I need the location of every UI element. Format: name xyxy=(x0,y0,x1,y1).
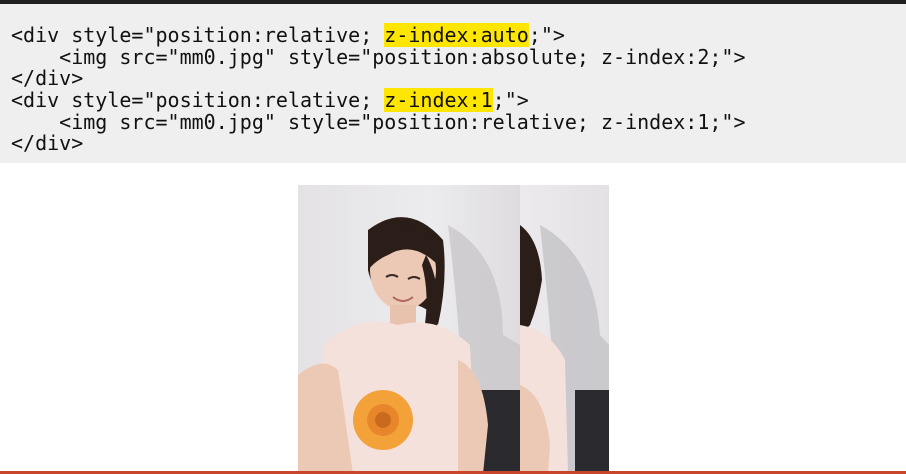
code-line-6: </div> xyxy=(11,131,84,155)
code-text: ;"> xyxy=(492,88,529,112)
cropped-illustration xyxy=(520,225,609,474)
portrait-photo xyxy=(298,185,520,474)
highlighted-code: z-index:1 xyxy=(384,88,493,112)
code-text: <div style="position:relative; xyxy=(11,23,385,47)
code-panel: <div style="position:relative; z-index:a… xyxy=(0,4,906,163)
cropped-photo xyxy=(520,185,609,474)
code-text: ;"> xyxy=(528,23,565,47)
highlighted-code: z-index:auto xyxy=(384,23,529,47)
photo-demo xyxy=(298,185,609,474)
portrait-illustration xyxy=(298,217,520,474)
code-line-2: <img src="mm0.jpg" style="position:absol… xyxy=(11,45,746,69)
code-text: <div style="position:relative; xyxy=(11,88,385,112)
code-line-3: </div> xyxy=(11,66,84,90)
code-line-4: <div style="position:relative; z-index:1… xyxy=(11,88,529,112)
code-line-1: <div style="position:relative; z-index:a… xyxy=(11,23,565,47)
code-line-5: <img src="mm0.jpg" style="position:relat… xyxy=(11,110,746,134)
